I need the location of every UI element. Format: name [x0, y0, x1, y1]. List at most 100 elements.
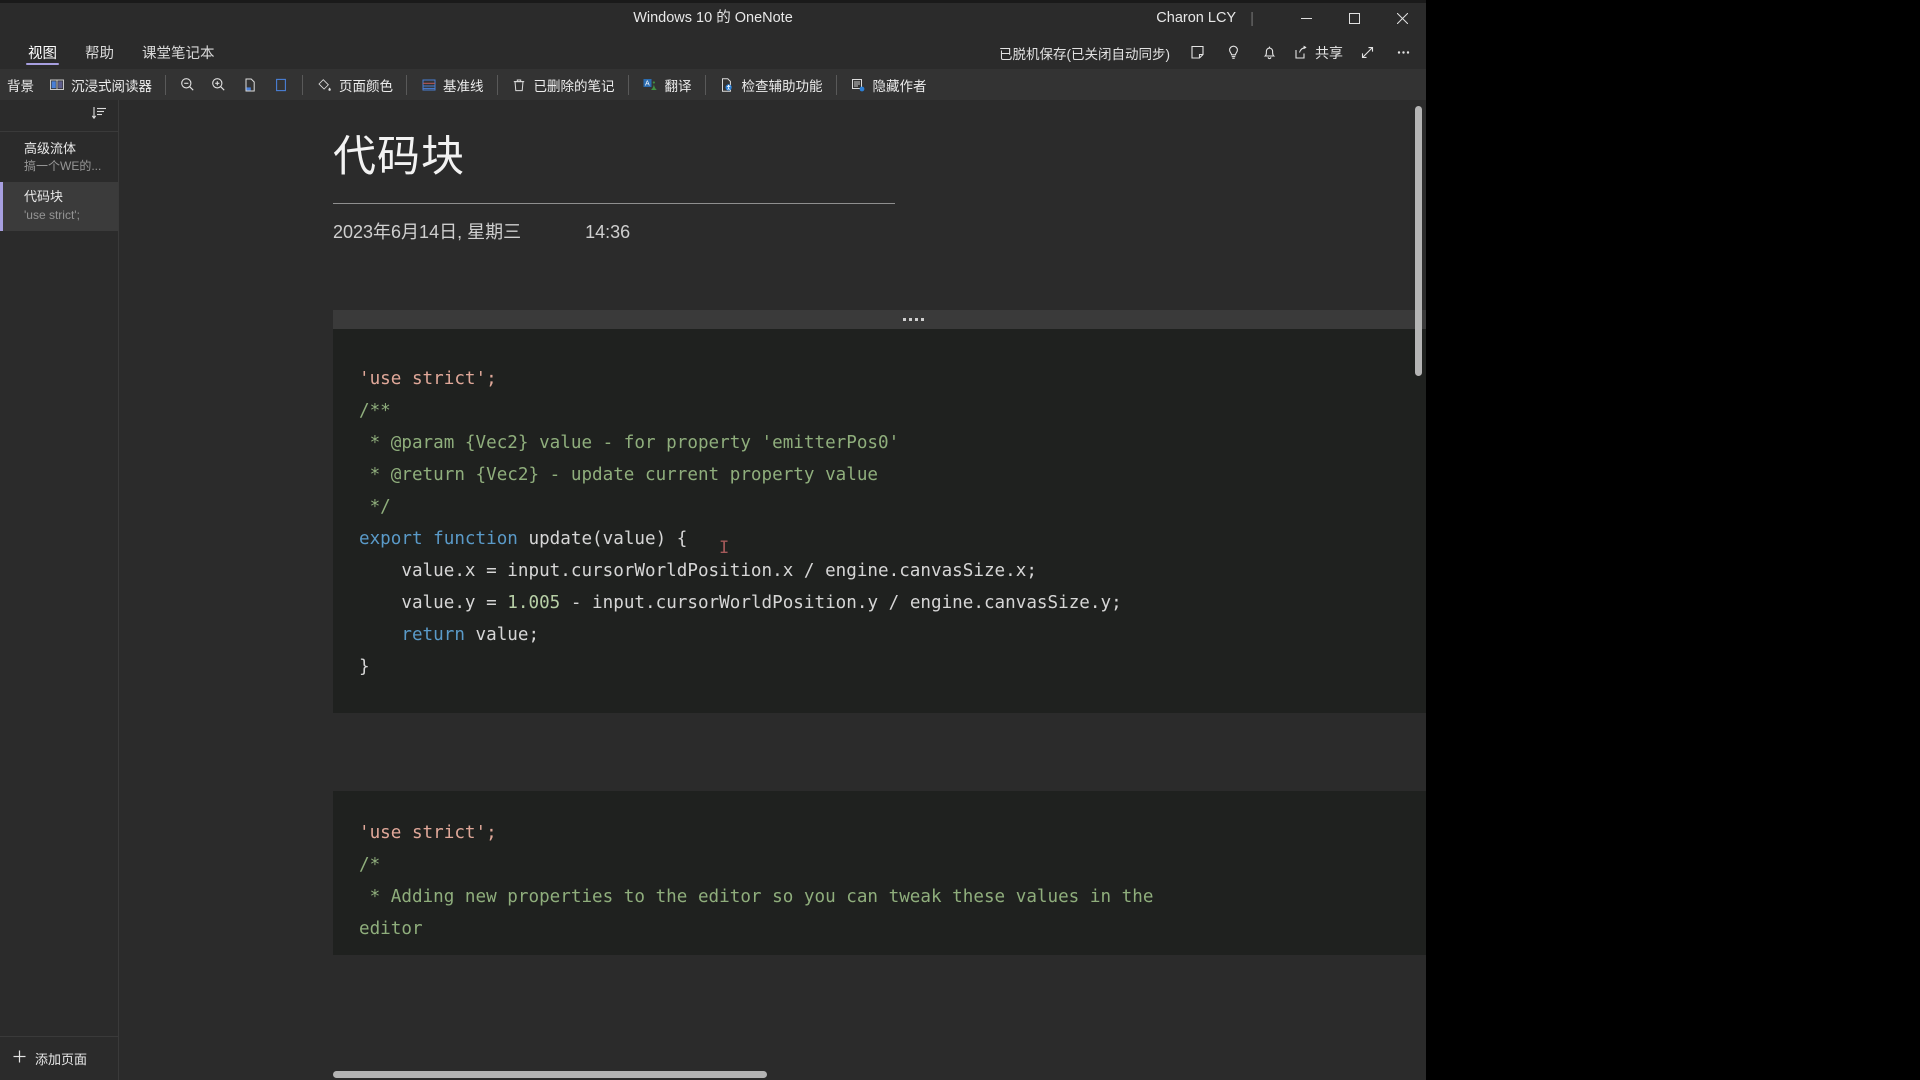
code-token: * Adding new properties to the editor so…	[359, 887, 1154, 908]
page-list: 高级流体 搞一个WE的... 代码块 'use strict';	[0, 132, 118, 1036]
tell-me-button[interactable]	[1216, 39, 1250, 67]
page-width-icon	[241, 76, 258, 93]
window-controls	[1282, 0, 1426, 36]
add-page-label: 添加页面	[35, 1052, 88, 1067]
ribbon-check-accessibility-label: 检查辅助功能	[741, 78, 823, 94]
ribbon-zoom-in[interactable]	[203, 72, 234, 98]
code-block-1-content[interactable]: 'use strict'; /** * @param {Vec2} value …	[333, 329, 1426, 714]
close-button[interactable]	[1378, 0, 1426, 36]
sticky-note-icon	[1190, 45, 1204, 59]
trash-icon	[511, 76, 528, 93]
page-item-title: 高级流体	[24, 141, 77, 156]
page-title[interactable]: 代码块	[333, 133, 1426, 181]
note-time[interactable]: 14:36	[585, 222, 630, 243]
tab-view-label: 视图	[28, 46, 57, 62]
text-cursor: I	[719, 538, 730, 558]
code-token: value.x = input.cursorWorldPosition.x / …	[359, 561, 1037, 582]
note-date[interactable]: 2023年6月14日, 星期三	[333, 218, 521, 244]
ribbon-separator	[627, 74, 629, 95]
minimize-button[interactable]	[1282, 0, 1330, 36]
ribbon-page-background[interactable]: 背景	[0, 72, 41, 98]
ribbon-separator	[165, 74, 166, 95]
vertical-scrollbar[interactable]	[1415, 106, 1422, 376]
ribbon-page-width[interactable]	[234, 72, 265, 98]
ribbon-separator	[302, 74, 303, 95]
account-name[interactable]: Charon LCY	[1156, 10, 1236, 26]
note-canvas-wrapper: 代码块 2023年6月14日, 星期三 14:36 'use strict'; …	[119, 100, 1426, 1080]
whole-page-icon	[272, 76, 289, 93]
code-token: - input.cursorWorldPosition.y / engine.c…	[560, 593, 1122, 614]
ribbon-immersive-reader[interactable]: 沉浸式阅读器	[41, 72, 159, 98]
svg-text:A: A	[645, 81, 650, 88]
drag-handle-dots-icon[interactable]	[902, 318, 924, 322]
ribbon-page-background-label: 背景	[7, 78, 34, 94]
page-list-item-1[interactable]: 代码块 'use strict';	[0, 182, 118, 231]
maximize-button[interactable]	[1330, 0, 1378, 36]
ribbon-separator	[496, 74, 498, 95]
share-button[interactable]: 共享	[1288, 39, 1348, 67]
ribbon-deleted-notes-label: 已删除的笔记	[533, 78, 615, 94]
onenote-window: Windows 10 的 OneNote Charon LCY | 视图 帮助 …	[0, 0, 1426, 1080]
ellipsis-icon	[1397, 51, 1409, 54]
code-token: value;	[464, 625, 540, 646]
code-token: */	[359, 497, 391, 518]
code-token: value.y =	[359, 593, 508, 614]
sticky-note-button[interactable]	[1180, 39, 1214, 67]
expand-arrows-icon	[1361, 47, 1373, 58]
ribbon-deleted-notes[interactable]: 已删除的笔记	[504, 72, 622, 98]
ribbon-rule-lines[interactable]: 基准线	[413, 72, 491, 98]
translate-icon: A	[642, 76, 659, 93]
ribbon-separator	[704, 74, 706, 95]
code-block-2: 'use strict'; /* * Adding new properties…	[333, 791, 1426, 956]
code-block-2-content[interactable]: 'use strict'; /* * Adding new properties…	[333, 791, 1426, 956]
ribbon-translate[interactable]: A 翻译	[635, 72, 699, 98]
notifications-button[interactable]	[1252, 39, 1286, 67]
share-label: 共享	[1315, 44, 1343, 61]
ribbon-hide-authors[interactable]: 隐藏作者	[843, 72, 934, 98]
tab-view[interactable]: 视图	[14, 36, 71, 69]
tab-help-label: 帮助	[85, 46, 114, 62]
bell-icon	[1263, 46, 1275, 60]
note-datetime: 2023年6月14日, 星期三 14:36	[333, 218, 1426, 244]
plus-icon	[12, 1049, 27, 1069]
code-token: /**	[359, 401, 391, 422]
code-token: editor	[359, 919, 423, 940]
code-block-1: 'use strict'; /** * @param {Vec2} value …	[333, 310, 1426, 714]
tab-help[interactable]: 帮助	[71, 36, 128, 69]
note-canvas[interactable]: 代码块 2023年6月14日, 星期三 14:36 'use strict'; …	[119, 100, 1426, 1080]
ribbon-separator	[835, 74, 837, 95]
ribbon-hide-authors-label: 隐藏作者	[872, 78, 927, 94]
fullscreen-button[interactable]	[1350, 39, 1384, 67]
ribbon-check-accessibility[interactable]: 检查辅助功能	[712, 72, 830, 98]
zoom-in-icon	[210, 76, 227, 93]
ribbon-zoom-out[interactable]	[172, 72, 203, 98]
sort-pages-icon[interactable]	[91, 105, 108, 126]
sidebar-header	[0, 100, 118, 132]
code-token: export function	[359, 529, 518, 550]
horizontal-scrollbar[interactable]	[333, 1071, 767, 1078]
maximize-icon	[1348, 12, 1360, 24]
zoom-out-icon	[179, 76, 196, 93]
ribbon-toolbar: 背景 沉浸式阅读器 页面颜色 基准线 已删除的笔记 A 翻译 检查辅助功能 隐藏…	[0, 69, 1426, 100]
immersive-reader-icon	[48, 76, 65, 93]
code-token: update(value) {	[517, 529, 688, 550]
page-sidebar: 高级流体 搞一个WE的... 代码块 'use strict'; 添加页面	[0, 100, 119, 1080]
tab-class-notebook[interactable]: 课堂笔记本	[128, 36, 229, 69]
ribbon-rule-lines-label: 基准线	[443, 78, 484, 94]
ribbon-page-color-label: 页面颜色	[339, 78, 393, 94]
ribbon-tab-strip: 视图 帮助 课堂笔记本 已脱机保存(已关闭自动同步) 共享	[0, 36, 1426, 69]
page-item-subtitle: 'use strict';	[24, 207, 80, 222]
account-area: Charon LCY |	[1156, 0, 1254, 36]
code-block-handle-bar[interactable]	[333, 310, 1426, 330]
add-page-button[interactable]: 添加页面	[0, 1036, 118, 1080]
ribbon-page-color[interactable]: 页面颜色	[309, 72, 400, 98]
more-options-button[interactable]	[1386, 39, 1420, 67]
accessibility-check-icon	[719, 76, 736, 93]
code-token: /*	[359, 855, 381, 876]
page-background-icon	[0, 76, 1, 93]
minimize-icon	[1300, 17, 1312, 19]
title-divider	[333, 203, 895, 205]
lightbulb-icon	[1228, 45, 1238, 59]
page-list-item-0[interactable]: 高级流体 搞一个WE的...	[0, 134, 118, 182]
ribbon-whole-page[interactable]	[265, 72, 296, 98]
